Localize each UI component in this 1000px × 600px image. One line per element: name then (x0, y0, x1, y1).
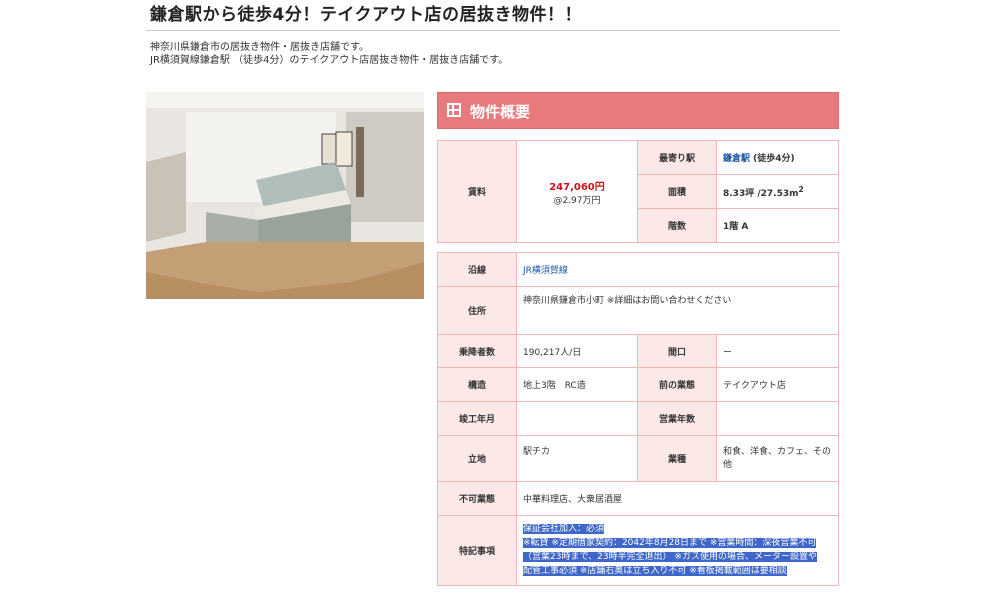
prohibited-label: 不可業態 (437, 481, 517, 516)
built-value (516, 401, 638, 436)
passengers-value: 190,217人/日 (516, 334, 638, 368)
notes-line-1: 保証会社加入：必須 (523, 524, 605, 534)
location-label: 立地 (437, 435, 517, 482)
station-label: 最寄り駅 (637, 140, 717, 175)
line-label: 沿線 (437, 252, 517, 287)
summary-table: 賃料 247,060円 @2.97万円 最寄り駅 鎌倉駅 (徒歩4分) 面積 8… (437, 140, 839, 243)
built-label: 竣工年月 (437, 401, 517, 436)
notes-line-2: ※転貸 ※定期借家契約：2042年8月28日まで ※営業時間：深夜営業不可 (523, 538, 817, 548)
page-title: 鎌倉駅から徒歩4分！テイクアウト店の居抜き物件！！ (150, 5, 582, 25)
prohibited-value: 中華料理店、大衆居酒屋 (516, 481, 839, 516)
station-walk: (徒歩4分) (750, 154, 795, 164)
rent-value: 247,060円 (549, 181, 605, 193)
address-value: 神奈川県鎌倉市小町 ※詳細はお問い合わせください (516, 286, 839, 335)
category-value: 和食、洋食、カフェ、その他 (716, 435, 839, 482)
rent-unit-price: @2.97万円 (553, 195, 601, 206)
floor-value: 1階 A (716, 208, 839, 243)
prev-business-label: 前の業態 (637, 367, 717, 402)
station-link[interactable]: 鎌倉駅 (723, 154, 750, 164)
station-cell: 鎌倉駅 (徒歩4分) (716, 140, 839, 175)
intro-line-2: JR横須賀線鎌倉駅 （徒歩4分）のテイクアウト店居抜き物件・居抜き店舗です。 (150, 55, 509, 66)
notes-line-3: （営業23時まで、23時半完全退出） ※ガス使用の場合、メーター設置や (523, 552, 817, 562)
rent-label: 賃料 (437, 140, 517, 243)
years-value (716, 401, 839, 436)
grid-icon (447, 103, 461, 117)
floor-label: 階数 (637, 208, 717, 243)
shop-interior-image (146, 92, 424, 299)
area-cell: 8.33坪 /27.53m2 (716, 174, 839, 209)
structure-value: 地上3階 RC造 (516, 367, 638, 402)
rent-cell: 247,060円 @2.97万円 (516, 140, 638, 243)
line-link[interactable]: JR横須賀線 (523, 266, 568, 276)
notes-label: 特記事項 (437, 515, 517, 586)
property-photo[interactable] (146, 92, 424, 299)
address-label: 住所 (437, 286, 517, 335)
intro-line-1: 神奈川県鎌倉市の居抜き物件・居抜き店舗です。 (150, 42, 369, 53)
frontage-label: 間口 (637, 334, 717, 368)
area-superscript: 2 (798, 184, 804, 194)
panel-title: 物件概要 (470, 103, 531, 121)
notes-cell[interactable]: 保証会社加入：必須 ※転貸 ※定期借家契約：2042年8月28日まで ※営業時間… (516, 515, 839, 586)
notes-line-4: 配管工事必須 ※店舗右奥は立ち入り不可 ※看板掲載範囲は要相談 (523, 566, 787, 576)
area-value: 8.33坪 /27.53m (723, 188, 799, 199)
structure-label: 構造 (437, 367, 517, 402)
years-label: 営業年数 (637, 401, 717, 436)
prev-business-value: テイクアウト店 (716, 367, 839, 402)
line-cell: JR横須賀線 (516, 252, 839, 287)
details-table: 沿線 JR横須賀線 住所 神奈川県鎌倉市小町 ※詳細はお問い合わせください 乗降… (437, 252, 839, 586)
location-value: 駅チカ (516, 435, 638, 482)
property-summary-header: 物件概要 (437, 92, 839, 129)
frontage-value: ー (716, 334, 839, 368)
category-label: 業種 (637, 435, 717, 482)
title-divider (146, 30, 840, 31)
intro-text: 神奈川県鎌倉市の居抜き物件・居抜き店舗です。 JR横須賀線鎌倉駅 （徒歩4分）の… (150, 41, 508, 67)
passengers-label: 乗降者数 (437, 334, 517, 368)
area-label: 面積 (637, 174, 717, 209)
